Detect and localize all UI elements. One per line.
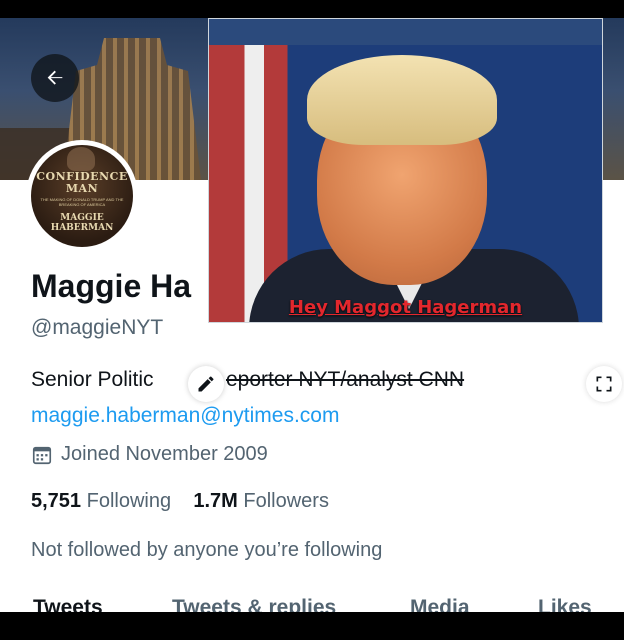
calendar-icon [32, 446, 52, 464]
avatar-book-cover: CONFIDENCE MAN THE MAKING OF DONALD TRUM… [31, 145, 133, 247]
back-button[interactable] [31, 54, 79, 102]
profile-name: Maggie Ha [31, 268, 192, 304]
followers-label: Followers [243, 490, 329, 512]
pencil-icon [198, 376, 214, 392]
profile-bio-right: eporter NYT/analyst CNN [226, 368, 465, 391]
expand-icon [596, 376, 612, 392]
tab-likes[interactable]: Likes [538, 596, 592, 612]
tab-media[interactable]: Media [410, 596, 470, 612]
following-link[interactable]: 5,751 Following [31, 490, 171, 512]
not-followed-text: Not followed by anyone you’re following [31, 539, 383, 561]
overlay-image-panel[interactable]: Hey Maggot Hagerman [208, 18, 603, 323]
profile-link[interactable]: maggie.haberman@nytimes.com [31, 404, 339, 428]
cover-portrait [67, 147, 95, 171]
tab-tweets-replies[interactable]: Tweets & replies [172, 596, 336, 612]
photo-hair [307, 55, 497, 145]
expand-button[interactable] [586, 366, 622, 402]
cover-author: MAGGIE HABERMAN [50, 213, 114, 233]
following-count: 5,751 [31, 490, 82, 512]
tab-tweets[interactable]: Tweets [33, 596, 103, 612]
following-label: Following [86, 490, 172, 512]
cover-title: CONFIDENCE MAN [36, 170, 128, 195]
back-arrow-icon [47, 70, 63, 85]
profile-screen: CONFIDENCE MAN THE MAKING OF DONALD TRUM… [0, 18, 624, 612]
avatar[interactable]: CONFIDENCE MAN THE MAKING OF DONALD TRUM… [26, 140, 138, 252]
overlay-caption: Hey Maggot Hagerman [288, 297, 523, 318]
profile-tabs: Tweets Tweets & replies Media Likes [0, 594, 624, 612]
profile-handle: @maggieNYT [31, 316, 164, 339]
followers-link[interactable]: 1.7M Followers [193, 490, 329, 512]
followers-count: 1.7M [193, 490, 238, 512]
profile-bio-left: Senior Politic [31, 368, 154, 391]
joined-date: Joined November 2009 [61, 443, 268, 465]
edit-button[interactable] [188, 366, 224, 402]
cover-subtitle: THE MAKING OF DONALD TRUMP AND THE BREAK… [40, 197, 124, 207]
overlay-top-strip [209, 19, 602, 45]
follow-counts: 5,751 Following 1.7M Followers [31, 490, 329, 513]
joined-row: Joined November 2009 [31, 443, 268, 466]
